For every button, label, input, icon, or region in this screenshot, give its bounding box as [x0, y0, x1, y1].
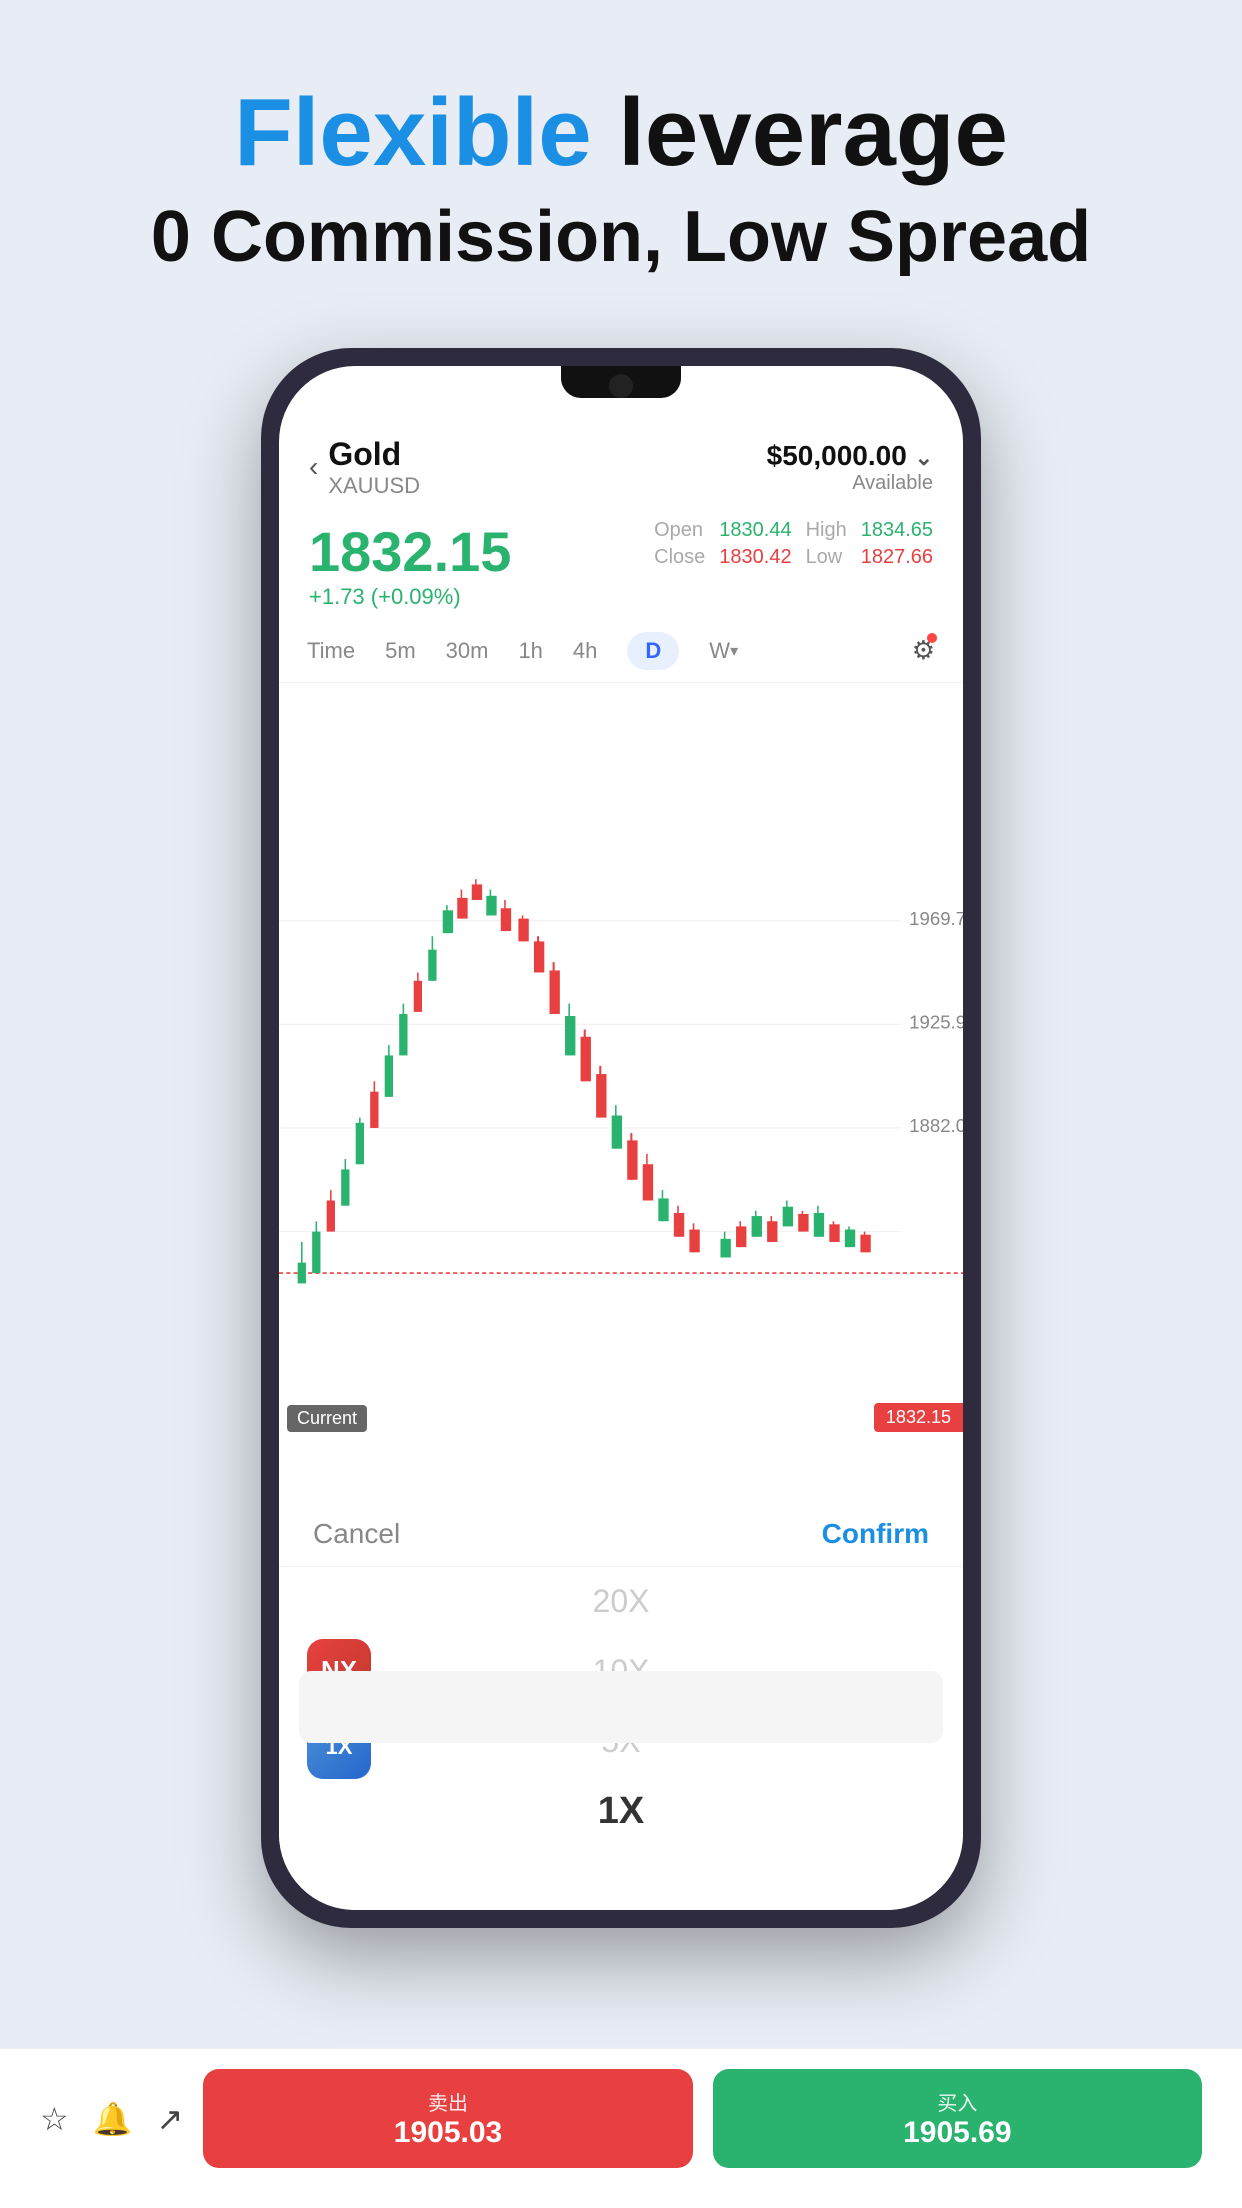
balance-label: Available [767, 472, 933, 495]
buy-price: 1905.69 [723, 2116, 1192, 2150]
leverage-picker-sheet: Cancel Confirm NX [279, 1490, 963, 1910]
buy-button[interactable]: 买入 1905.69 [713, 2069, 1202, 2168]
time-item-1h[interactable]: 1h [518, 638, 542, 664]
picker-item-20x[interactable]: 20X [593, 1567, 650, 1637]
svg-text:1925.92: 1925.92 [909, 1011, 963, 1032]
time-item-d[interactable]: D [627, 632, 679, 670]
balance-amount: $50,000.00 ⌄ [767, 440, 933, 472]
chart-area: 1969.78 1925.92 1882.05 Current 1832.15 [279, 683, 963, 1490]
current-label: Current [287, 1405, 367, 1432]
top-bar-left: ‹ Gold XAUUSD [309, 436, 420, 499]
picker-highlight [299, 1671, 943, 1743]
svg-text:1882.05: 1882.05 [909, 1115, 963, 1136]
sell-label: 卖出 [213, 2087, 682, 2116]
title-black: leverage [592, 79, 1008, 186]
low-value: 1827.66 [861, 546, 933, 569]
action-bar-outer: ☆ 🔔 ↗ 卖出 1905.03 买入 1905.69 [0, 2048, 1242, 2208]
settings-dot [927, 633, 937, 643]
instrument-symbol: XAUUSD [328, 473, 420, 499]
back-button[interactable]: ‹ [309, 451, 318, 483]
header-section: Flexible leverage 0 Commission, Low Spre… [0, 0, 1242, 318]
high-value: 1834.65 [861, 519, 933, 542]
share-icon[interactable]: ↗ [157, 2100, 184, 2138]
price-change: +1.73 (+0.09%) [309, 584, 511, 610]
time-item-time[interactable]: Time [307, 638, 355, 664]
time-item-w[interactable]: W ▾ [709, 638, 738, 664]
confirm-button[interactable]: Confirm [822, 1518, 929, 1550]
title-blue: Flexible [234, 79, 591, 186]
time-item-5m[interactable]: 5m [385, 638, 416, 664]
action-icons: ☆ 🔔 ↗ [40, 2100, 183, 2138]
picker-item-1x[interactable]: 1X [593, 1777, 650, 1847]
phone-outer: ‹ Gold XAUUSD $50,000.00 ⌄ Available [261, 348, 981, 1928]
time-item-4h[interactable]: 4h [573, 638, 597, 664]
sheet-header: Cancel Confirm [279, 1490, 963, 1567]
close-value: 1830.42 [719, 546, 791, 569]
phone-wrapper: ‹ Gold XAUUSD $50,000.00 ⌄ Available [0, 318, 1242, 1928]
open-label: Open [654, 519, 705, 542]
balance-info[interactable]: $50,000.00 ⌄ Available [767, 440, 933, 495]
balance-dropdown-icon: ⌄ [915, 445, 933, 470]
app-content: ‹ Gold XAUUSD $50,000.00 ⌄ Available [279, 366, 963, 1910]
instrument-name: Gold [328, 436, 420, 473]
cancel-button[interactable]: Cancel [313, 1518, 400, 1550]
current-price: 1832.15 [309, 519, 511, 584]
picker-area[interactable]: NX 1X 20X 10X 5X [279, 1567, 963, 1847]
low-label: Low [806, 546, 847, 569]
price-section: 1832.15 +1.73 (+0.09%) Open 1830.44 High… [279, 509, 963, 620]
svg-text:1969.78: 1969.78 [909, 907, 963, 928]
phone-inner: ‹ Gold XAUUSD $50,000.00 ⌄ Available [279, 366, 963, 1910]
bell-icon[interactable]: 🔔 [93, 2100, 133, 2138]
star-icon[interactable]: ☆ [40, 2100, 69, 2138]
chart-svg: 1969.78 1925.92 1882.05 [279, 683, 963, 1490]
close-label: Close [654, 546, 705, 569]
settings-button[interactable]: ⚙ [912, 635, 935, 666]
header-title: Flexible leverage [60, 80, 1182, 186]
high-label: High [806, 519, 847, 542]
header-subtitle: 0 Commission, Low Spread [60, 196, 1182, 278]
sell-price: 1905.03 [213, 2116, 682, 2150]
ohlc-grid: Open 1830.44 High 1834.65 Close 1830.42 … [654, 519, 933, 569]
current-price-badge: 1832.15 [874, 1403, 963, 1432]
open-value: 1830.44 [719, 519, 791, 542]
sell-button[interactable]: 卖出 1905.03 [203, 2069, 692, 2168]
phone-camera [609, 374, 633, 398]
buy-label: 买入 [723, 2087, 1192, 2116]
time-bar: Time 5m 30m 1h 4h D W ▾ ⚙ [279, 620, 963, 683]
top-bar: ‹ Gold XAUUSD $50,000.00 ⌄ Available [279, 416, 963, 509]
time-item-30m[interactable]: 30m [446, 638, 489, 664]
